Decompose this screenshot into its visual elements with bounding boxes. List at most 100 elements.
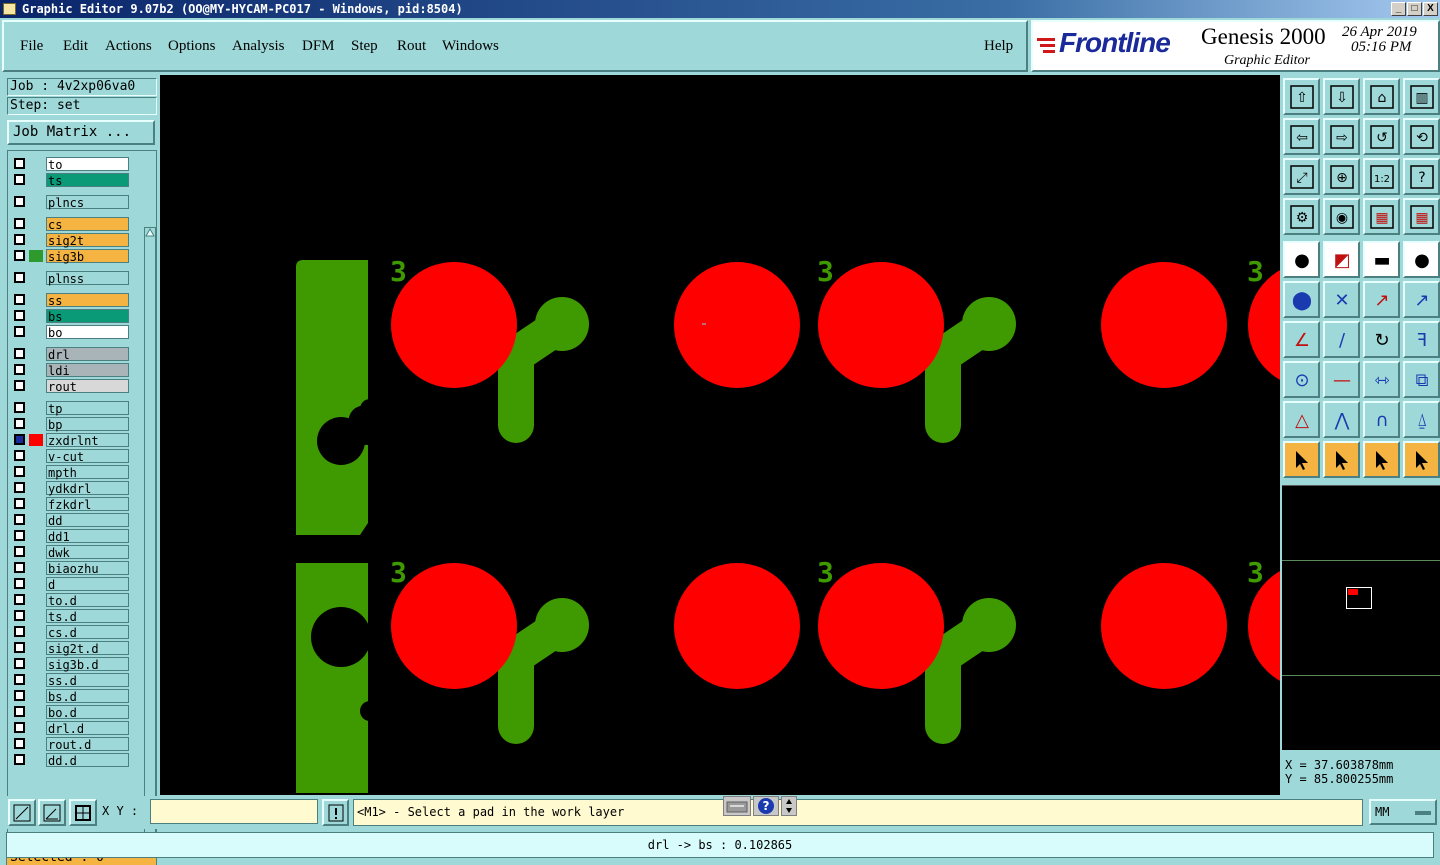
layer-name[interactable]: bs.d [46, 689, 129, 704]
layer-row-ss-d[interactable]: ss.d [11, 673, 133, 688]
minimize-button[interactable]: _ [1391, 2, 1406, 16]
layer-checkbox[interactable] [14, 546, 25, 557]
pointer-box-tool[interactable] [1323, 441, 1360, 478]
layer-affected-indicator[interactable] [29, 530, 43, 542]
drill-pad[interactable] [391, 262, 517, 388]
layer-row-plnss[interactable]: plnss [11, 271, 133, 286]
layer-row-dd[interactable]: dd [11, 513, 133, 528]
pointer-circle-tool[interactable] [1363, 441, 1400, 478]
graphic-canvas[interactable]: 3 3 3 3 3 3 [160, 75, 1280, 795]
shape-tool[interactable]: ⧉ [1403, 361, 1440, 398]
menu-help[interactable]: Help [984, 38, 1013, 55]
layer-name[interactable]: biaozhu [46, 561, 129, 576]
layer-row-ts[interactable]: ts [11, 173, 133, 188]
layer-row-ss[interactable]: ss [11, 293, 133, 308]
layer-affected-indicator[interactable] [29, 466, 43, 478]
layer-checkbox[interactable] [14, 514, 25, 525]
layer-affected-indicator[interactable] [29, 450, 43, 462]
layer-affected-indicator[interactable] [29, 658, 43, 670]
layer-row-to-d[interactable]: to.d [11, 593, 133, 608]
layer-affected-indicator[interactable] [29, 626, 43, 638]
xy-input[interactable] [150, 799, 318, 824]
layer-checkbox[interactable] [14, 310, 25, 321]
help-tool[interactable]: ? [1403, 158, 1440, 195]
layer-row-ts-d[interactable]: ts.d [11, 609, 133, 624]
layer-affected-indicator[interactable] [29, 348, 43, 360]
layer-affected-indicator[interactable] [29, 482, 43, 494]
save-job-tool[interactable]: ⇩ [1323, 78, 1360, 115]
keyboard-button[interactable] [723, 796, 751, 816]
menu-rout[interactable]: Rout [397, 38, 426, 55]
layer-name[interactable]: ydkdrl [46, 481, 129, 496]
layer-checkbox[interactable] [14, 380, 25, 391]
layer-row-sig2t[interactable]: sig2t [11, 233, 133, 248]
layer-checkbox[interactable] [14, 530, 25, 541]
layer-checkbox[interactable] [14, 418, 25, 429]
arch-measure-tool[interactable]: ⍙ [1403, 401, 1440, 438]
layer-row-v-cut[interactable]: v-cut [11, 449, 133, 464]
layer-row-ydkdrl[interactable]: ydkdrl [11, 481, 133, 496]
layer-name[interactable]: sig3b.d [46, 657, 129, 672]
layer-name[interactable]: sig2t.d [46, 641, 129, 656]
layer-checkbox[interactable] [14, 706, 25, 717]
step-tool[interactable] [1403, 441, 1440, 478]
layer-affected-indicator[interactable] [29, 418, 43, 430]
snap-tool[interactable]: ◉ [1323, 198, 1360, 235]
circle-select-tool[interactable]: ● [1403, 241, 1440, 278]
layers-red-tool[interactable]: ▦ [1363, 198, 1400, 235]
layer-name[interactable]: fzkdrl [46, 497, 129, 512]
layer-affected-indicator[interactable] [29, 218, 43, 230]
layer-list-scrollbar[interactable] [144, 227, 156, 843]
split-view-tool[interactable]: ▥ [1403, 78, 1440, 115]
layer-checkbox[interactable] [14, 658, 25, 669]
layer-affected-indicator[interactable] [29, 326, 43, 338]
line-angle-tool[interactable]: ∠ [1283, 321, 1320, 358]
arch-tool[interactable]: ∩ [1363, 401, 1400, 438]
scroll-up-icon[interactable] [145, 228, 155, 238]
layer-checkbox[interactable] [14, 738, 25, 749]
menu-actions[interactable]: Actions [105, 38, 152, 55]
layer-row-rout-d[interactable]: rout.d [11, 737, 133, 752]
layer-affected-indicator[interactable] [29, 562, 43, 574]
layer-name[interactable]: sig3b [46, 249, 129, 264]
layer-affected-indicator[interactable] [29, 594, 43, 606]
undo-view-tool[interactable]: ↺ [1363, 118, 1400, 155]
layer-checkbox[interactable] [14, 722, 25, 733]
layer-name[interactable]: v-cut [46, 449, 129, 464]
layer-name[interactable]: ldi [46, 363, 129, 378]
layer-checkbox[interactable] [14, 348, 25, 359]
pointer-tool[interactable] [1283, 441, 1320, 478]
layer-checkbox[interactable] [14, 326, 25, 337]
menu-dfm[interactable]: DFM [302, 38, 335, 55]
next-layer-tool[interactable]: ⇨ [1323, 118, 1360, 155]
layer-checkbox[interactable] [14, 610, 25, 621]
copper-pad[interactable] [962, 297, 1016, 351]
layer-affected-indicator[interactable] [29, 610, 43, 622]
triangle-blue-tool[interactable]: ⋀ [1323, 401, 1360, 438]
layer-affected-indicator[interactable] [29, 514, 43, 526]
layer-checkbox[interactable] [14, 674, 25, 685]
layer-affected-indicator[interactable] [29, 250, 43, 262]
layer-row-cs-d[interactable]: cs.d [11, 625, 133, 640]
layer-affected-indicator[interactable] [29, 310, 43, 322]
layer-affected-indicator[interactable] [29, 196, 43, 208]
layer-checkbox[interactable] [14, 196, 25, 207]
layer-checkbox[interactable] [14, 364, 25, 375]
layer-row-to[interactable]: to [11, 157, 133, 172]
layer-row-sig2t-d[interactable]: sig2t.d [11, 641, 133, 656]
menu-edit[interactable]: Edit [63, 38, 88, 55]
layer-checkbox[interactable] [14, 402, 25, 413]
menu-windows[interactable]: Windows [442, 38, 499, 55]
ruler-tool[interactable]: ▬ [1363, 241, 1400, 278]
layer-checkbox[interactable] [14, 690, 25, 701]
layer-name[interactable]: sig2t [46, 233, 129, 248]
point-tool[interactable]: ⊙ [1283, 361, 1320, 398]
layer-checkbox[interactable] [14, 174, 25, 185]
layer-affected-indicator[interactable] [29, 546, 43, 558]
select-pad-tool[interactable]: ● [1283, 241, 1320, 278]
layer-row-sig3b[interactable]: sig3b [11, 249, 133, 264]
prev-layer-tool[interactable]: ⇦ [1283, 118, 1320, 155]
layer-name[interactable]: bp [46, 417, 129, 432]
layer-name[interactable]: drl [46, 347, 129, 362]
layer-checkbox[interactable] [14, 754, 25, 765]
